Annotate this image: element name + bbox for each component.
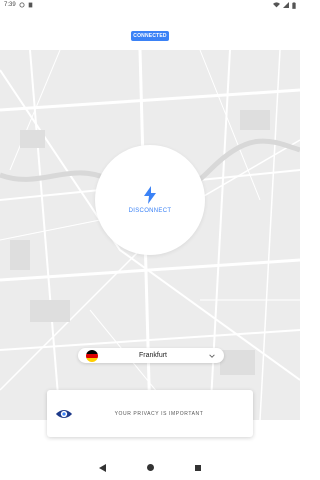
back-button[interactable] <box>97 463 107 473</box>
eye-icon <box>55 409 73 418</box>
privacy-card[interactable]: YOUR PRIVACY IS IMPORTANT <box>47 390 253 437</box>
server-name: Frankfurt <box>138 352 167 359</box>
signal-icon <box>283 2 289 8</box>
lightning-bolt-icon <box>144 186 156 204</box>
disconnect-label: DISCONNECT <box>128 208 172 214</box>
status-bar: 7:39 <box>0 0 300 10</box>
battery-icon <box>292 1 296 9</box>
wifi-icon <box>273 2 280 8</box>
navigation-bar <box>0 455 300 480</box>
server-selector[interactable]: Frankfurt <box>78 348 224 363</box>
home-button[interactable] <box>145 463 155 473</box>
disconnect-button[interactable]: DISCONNECT <box>95 145 205 255</box>
germany-flag-icon <box>86 349 98 362</box>
recents-button[interactable] <box>193 463 203 473</box>
status-left: 7:39 <box>4 2 33 8</box>
home-icon <box>146 464 154 471</box>
chevron-down-icon <box>209 353 215 358</box>
status-right <box>273 1 296 9</box>
map-background: DISCONNECT <box>0 50 300 420</box>
status-time: 7:39 <box>4 2 16 8</box>
recents-icon <box>195 464 201 471</box>
privacy-text: YOUR PRIVACY IS IMPORTANT <box>114 410 204 417</box>
sim-icon <box>28 2 32 8</box>
header-area <box>0 10 300 50</box>
back-icon <box>98 463 106 472</box>
connection-status-badge: CONNECTED <box>131 31 169 41</box>
sync-icon <box>19 2 25 8</box>
